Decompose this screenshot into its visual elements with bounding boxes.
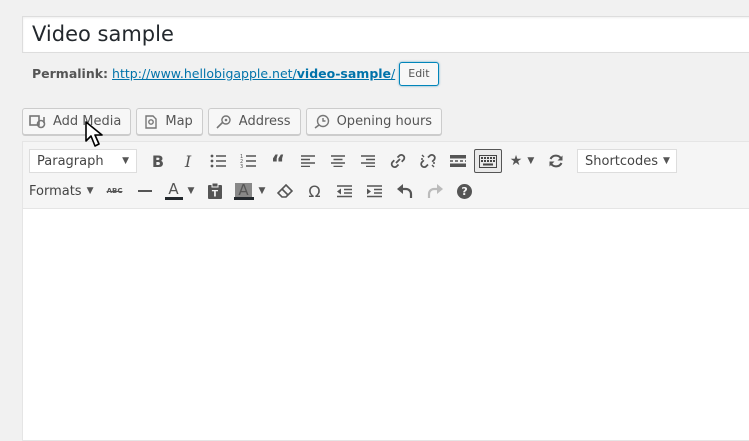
numbered-list-icon: 123 <box>240 154 256 168</box>
content-editor: Paragraph ▼ B I 123 “ ★ ▼ Shortcodes ▼ F… <box>22 141 749 441</box>
unlink-icon <box>420 154 436 168</box>
background-color-icon: A <box>233 182 254 200</box>
format-select[interactable]: Paragraph ▼ <box>29 149 137 173</box>
refresh-button[interactable] <box>541 147 571 175</box>
special-character-button[interactable]: Ω <box>300 177 330 205</box>
address-label: Address <box>238 114 291 129</box>
toolbar-toggle-button[interactable] <box>473 147 503 175</box>
remove-link-button[interactable] <box>413 147 443 175</box>
refresh-icon <box>549 154 563 168</box>
outdent-button[interactable] <box>330 177 360 205</box>
clear-formatting-button[interactable] <box>270 177 300 205</box>
strikethrough-button[interactable]: ABC <box>100 177 130 205</box>
indent-button[interactable] <box>360 177 390 205</box>
mouse-pointer-icon <box>85 121 109 153</box>
align-center-button[interactable] <box>323 147 353 175</box>
formats-label: Formats <box>29 183 82 199</box>
svg-text:T: T <box>211 190 218 200</box>
undo-icon <box>396 183 412 198</box>
align-left-icon <box>301 155 315 167</box>
chevron-down-icon: ▼ <box>527 156 535 166</box>
text-color-icon: A <box>164 180 183 200</box>
horizontal-line-button[interactable] <box>130 177 160 205</box>
read-more-button[interactable] <box>443 147 473 175</box>
eraser-icon <box>276 184 293 198</box>
align-right-icon <box>361 155 375 167</box>
chevron-down-icon: ▼ <box>258 186 266 196</box>
shortcodes-select-value: Shortcodes <box>585 153 659 169</box>
star-icon: ★ <box>509 153 523 169</box>
align-right-button[interactable] <box>353 147 383 175</box>
add-media-button[interactable]: Add Media <box>22 108 132 135</box>
blockquote-button[interactable]: “ <box>263 147 293 177</box>
toolbar-row-2: Formats ▼ ABC A ▼ T A ▼ Ω ? <box>23 176 480 206</box>
keyboard-icon <box>479 154 497 168</box>
insert-link-button[interactable] <box>383 147 413 175</box>
clock-icon <box>313 114 331 130</box>
bullet-list-icon <box>210 154 226 168</box>
chevron-down-icon: ▼ <box>663 156 670 166</box>
background-color-button[interactable]: A ▼ <box>230 177 270 205</box>
map-icon <box>143 114 159 130</box>
format-select-value: Paragraph <box>37 153 104 169</box>
omega-icon: Ω <box>308 181 321 201</box>
outdent-icon <box>337 184 353 197</box>
opening-hours-label: Opening hours <box>336 114 433 129</box>
background-color-letter: A <box>235 182 252 197</box>
edit-permalink-button[interactable]: Edit <box>399 62 439 86</box>
italic-icon: I <box>184 151 192 171</box>
indent-icon <box>367 184 383 197</box>
numbered-list-button[interactable]: 123 <box>233 147 263 175</box>
permalink-link[interactable]: http://www.hellobigapple.net/video-sampl… <box>112 63 395 85</box>
undo-button[interactable] <box>390 177 420 205</box>
permalink-label: Permalink: <box>32 66 109 81</box>
text-color-letter: A <box>168 180 179 198</box>
toolbar-row-1: Paragraph ▼ B I 123 “ ★ ▼ Shortcodes ▼ <box>23 146 677 176</box>
formats-menu[interactable]: Formats ▼ <box>23 177 100 205</box>
shortcodes-select[interactable]: Shortcodes ▼ <box>577 149 677 173</box>
horizontal-line-icon <box>137 190 152 192</box>
redo-button[interactable] <box>420 177 450 205</box>
quote-icon: “ <box>270 152 286 177</box>
chevron-down-icon: ▼ <box>122 156 129 166</box>
permalink-row: Permalink: http://www.hellobigapple.net/… <box>32 62 439 86</box>
permalink-slug: video-sample <box>296 66 392 81</box>
address-button[interactable]: Address <box>207 108 301 135</box>
map-label: Map <box>165 114 193 129</box>
read-more-icon <box>450 155 466 167</box>
svg-text:3: 3 <box>240 164 243 168</box>
editor-content-area[interactable] <box>23 209 749 439</box>
align-center-icon <box>331 155 345 167</box>
star-dropdown-button[interactable]: ★ ▼ <box>503 147 541 175</box>
opening-hours-button[interactable]: Opening hours <box>305 108 443 135</box>
align-left-button[interactable] <box>293 147 323 175</box>
paste-text-icon: T <box>207 183 222 200</box>
link-icon <box>390 154 406 168</box>
address-pin-icon <box>215 114 233 130</box>
italic-button[interactable]: I <box>173 147 203 175</box>
editor-toolbar: Paragraph ▼ B I 123 “ ★ ▼ Shortcodes ▼ F… <box>23 142 749 209</box>
post-title-input[interactable]: Video sample <box>22 16 749 53</box>
media-icon <box>29 114 47 130</box>
permalink-trail: / <box>391 66 396 81</box>
redo-icon <box>427 183 443 198</box>
help-icon: ? <box>457 183 473 199</box>
bold-icon: B <box>151 151 165 171</box>
permalink-base: http://www.hellobigapple.net/ <box>112 66 297 81</box>
paste-as-text-button[interactable]: T <box>200 177 230 205</box>
bullet-list-button[interactable] <box>203 147 233 175</box>
bold-button[interactable]: B <box>143 147 173 175</box>
help-button[interactable]: ? <box>450 177 480 205</box>
text-color-button[interactable]: A ▼ <box>160 177 200 205</box>
chevron-down-icon: ▼ <box>187 186 195 196</box>
chevron-down-icon: ▼ <box>86 186 94 196</box>
strikethrough-icon: ABC <box>106 187 123 195</box>
map-button[interactable]: Map <box>136 108 203 135</box>
